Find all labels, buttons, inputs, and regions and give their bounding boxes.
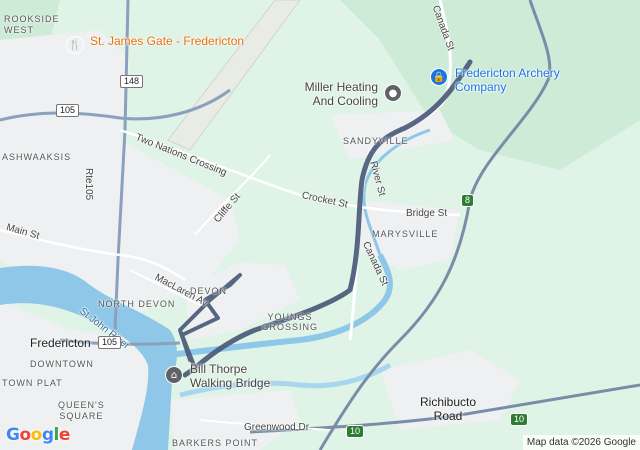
- label-nashwaaksis: ASHWAAKSIS: [2, 152, 72, 162]
- bridge-glyph-icon: ⌂: [170, 369, 178, 381]
- label-greenwood-dr: Greenwood Dr: [244, 422, 310, 433]
- label-youngs-crossing: YOUNGS CROSSING: [262, 312, 319, 332]
- label-north-devon: NORTH DEVON: [98, 299, 176, 309]
- label-devon: DEVON: [190, 286, 228, 296]
- route-shield-148: 148: [120, 75, 144, 88]
- label-bridge-st: Bridge St: [406, 208, 448, 219]
- label-brookside-west: ROOKSIDE WEST: [4, 14, 60, 35]
- fork-knife-icon: 🍴: [68, 39, 82, 51]
- restaurant-icon[interactable]: 🍴: [66, 36, 84, 54]
- label-sandyville: SANDYVILLE: [343, 136, 409, 146]
- route-shield-8: 8: [461, 194, 475, 207]
- bag-icon: 🔒: [432, 71, 446, 83]
- label-queens-square: QUEEN'S SQUARE: [58, 400, 105, 421]
- poi-miller-heating[interactable]: Miller Heating And Cooling: [290, 80, 378, 108]
- route-shield-105: 105: [56, 104, 80, 117]
- label-richibucto-road: Richibucto Road: [420, 395, 477, 423]
- route-shield-105-south: 105: [98, 336, 122, 349]
- bridge-icon[interactable]: ⌂: [165, 366, 183, 384]
- shopping-bag-icon[interactable]: 🔒: [430, 68, 448, 86]
- label-barkers-point: BARKERS POINT: [172, 438, 259, 448]
- label-rte105: Rte105: [83, 168, 94, 201]
- dot-icon: ●: [388, 87, 398, 99]
- google-logo: Google: [6, 425, 70, 445]
- poi-st-james-gate[interactable]: St. James Gate - Fredericton: [90, 34, 244, 48]
- map-attribution[interactable]: Map data ©2026 Google: [522, 435, 640, 450]
- label-marysville: MARYSVILLE: [372, 229, 439, 239]
- label-fredericton: Fredericton: [30, 336, 91, 350]
- route-shield-10-west: 10: [346, 425, 365, 438]
- route-shield-10-east: 10: [510, 413, 529, 426]
- poi-bill-thorpe-bridge[interactable]: Bill Thorpe Walking Bridge: [190, 362, 290, 390]
- place-icon[interactable]: ●: [384, 84, 402, 102]
- poi-fredericton-archery[interactable]: Fredericton Archery Company: [455, 66, 580, 94]
- label-town-plat: TOWN PLAT: [2, 378, 63, 388]
- label-downtown: DOWNTOWN: [30, 359, 94, 369]
